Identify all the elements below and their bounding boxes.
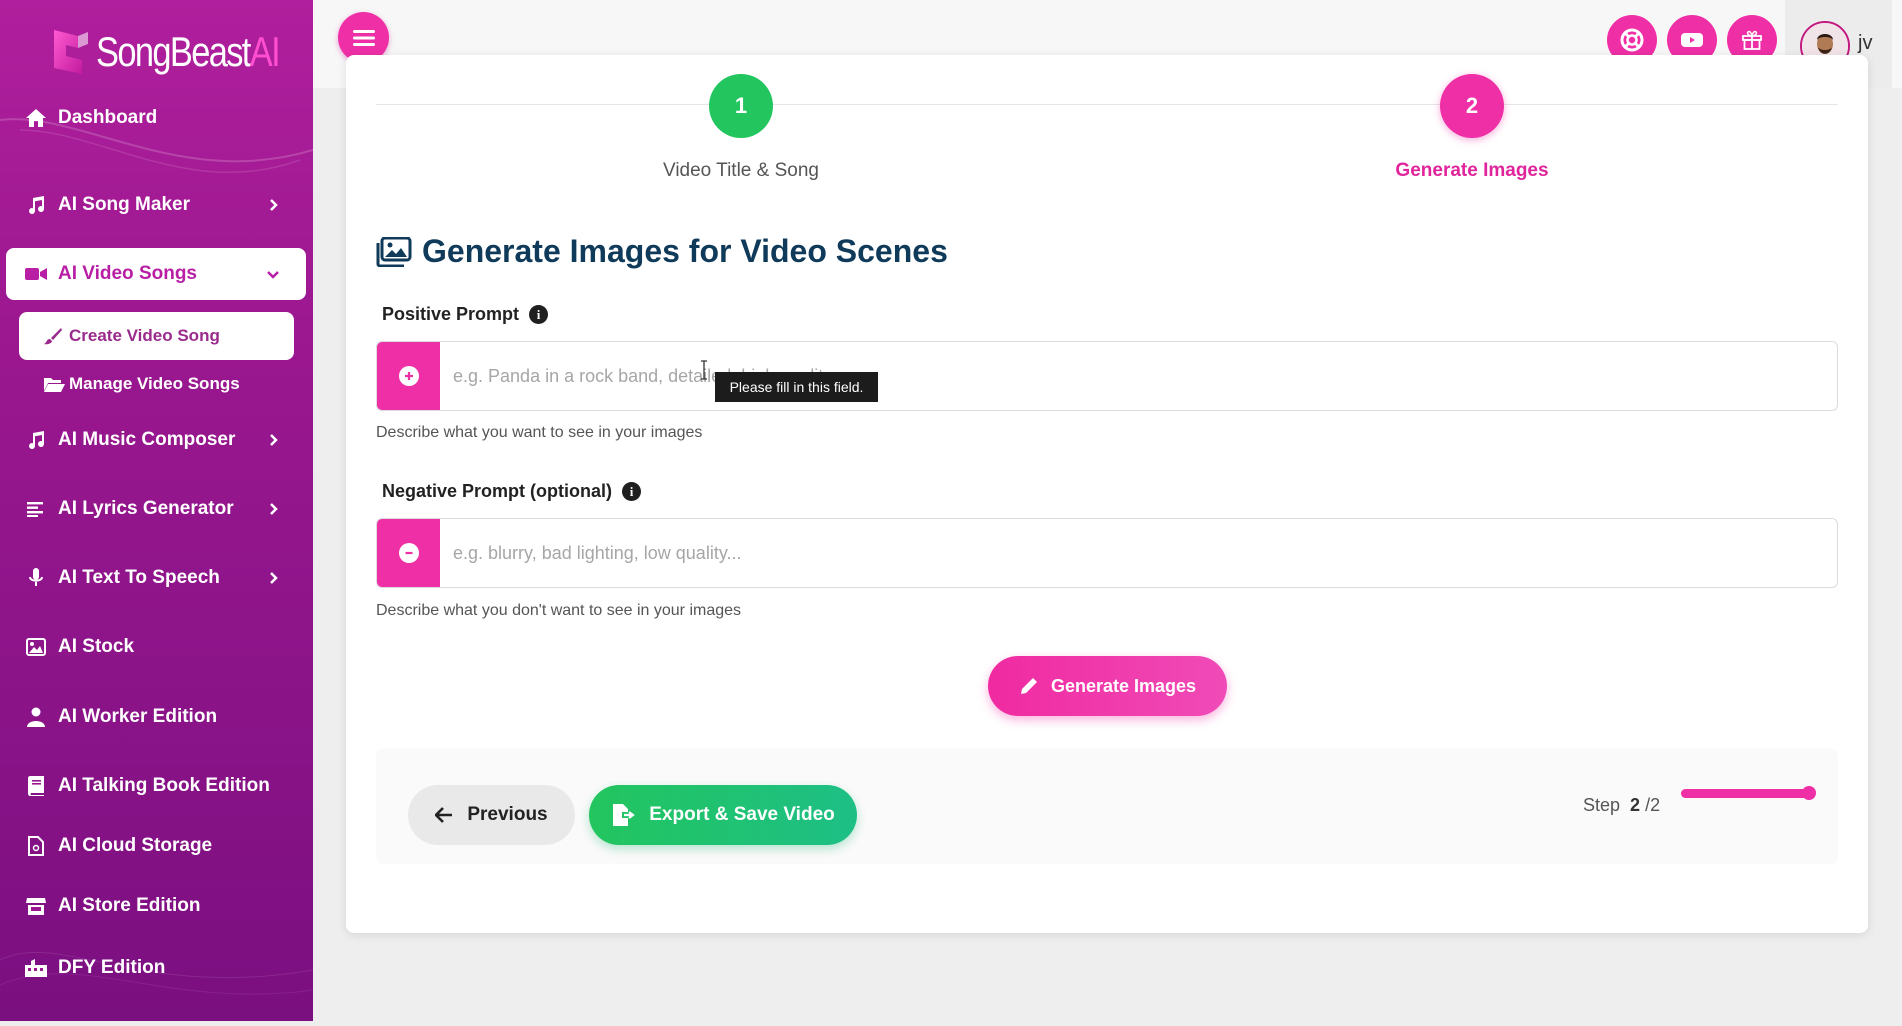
export-save-video-button[interactable]: Export & Save Video bbox=[589, 785, 857, 845]
image-icon bbox=[24, 636, 48, 658]
video-icon bbox=[1681, 33, 1703, 47]
sidebar-item-label: AI Text To Speech bbox=[58, 567, 220, 588]
negative-prompt-help: Describe what you don't want to see in y… bbox=[376, 602, 742, 619]
sidebar-item-label: AI Song Maker bbox=[58, 194, 190, 215]
wizard-step-line bbox=[376, 104, 1838, 105]
sidebar-item-ai-music-composer[interactable]: AI Music Composer bbox=[6, 414, 306, 466]
chevron-down-icon bbox=[267, 271, 279, 279]
sidebar-subitem-create-video-song[interactable]: Create Video Song bbox=[19, 312, 294, 360]
sidebar-subitem-label: Manage Video Songs bbox=[69, 374, 240, 393]
sidebar-item-label: AI Video Songs bbox=[58, 263, 198, 284]
chevron-right-icon bbox=[270, 503, 278, 515]
music-note-icon bbox=[24, 429, 48, 451]
sidebar-subitem-label: Create Video Song bbox=[69, 326, 220, 345]
wizard-progress-handle bbox=[1802, 786, 1816, 800]
sidebar-item-label: AI Cloud Storage bbox=[58, 835, 213, 856]
sidebar-item-ai-text-to-speech[interactable]: AI Text To Speech bbox=[6, 552, 306, 604]
info-icon[interactable]: i bbox=[622, 482, 642, 501]
chevron-right-icon bbox=[270, 199, 278, 211]
store-icon bbox=[24, 895, 48, 917]
sidebar-item-label: AI Store Edition bbox=[58, 895, 201, 916]
briefcase-icon bbox=[24, 957, 48, 979]
pencil-icon bbox=[1020, 678, 1037, 694]
positive-prompt-input[interactable] bbox=[453, 356, 1813, 396]
wizard-step-2-circle[interactable]: 2 bbox=[1440, 74, 1504, 138]
sidebar-item-label: DFY Edition bbox=[58, 957, 166, 978]
sidebar-item-ai-store-edition[interactable]: AI Store Edition bbox=[6, 880, 306, 932]
negative-prompt-group bbox=[376, 518, 1838, 588]
sidebar-item-ai-stock[interactable]: AI Stock bbox=[6, 621, 306, 673]
sidebar-item-ai-talking-book-edition[interactable]: AI Talking Book Edition bbox=[6, 760, 306, 812]
positive-prompt-group bbox=[376, 341, 1838, 411]
sidebar-item-label: Dashboard bbox=[58, 107, 158, 128]
info-icon[interactable]: i bbox=[529, 305, 549, 324]
positive-prompt-label: Positive Prompt i bbox=[382, 304, 549, 325]
home-icon bbox=[24, 107, 48, 129]
sidebar-item-label: AI Talking Book Edition bbox=[58, 775, 270, 796]
sidebar-item-dfy-edition[interactable]: DFY Edition bbox=[6, 942, 306, 994]
sidebar-item-label: AI Lyrics Generator bbox=[58, 498, 234, 519]
positive-prompt-help: Describe what you want to see in your im… bbox=[376, 424, 703, 441]
sidebar: SongBeastAI Dashboard AI Song Maker AI V… bbox=[0, 0, 313, 1021]
hamburger-icon bbox=[352, 29, 375, 46]
user-name[interactable]: jv bbox=[1858, 32, 1872, 55]
brand-logo[interactable]: SongBeastAI bbox=[48, 22, 313, 82]
wizard-progress-fill bbox=[1681, 789, 1809, 798]
chevron-right-icon bbox=[270, 572, 278, 584]
sidebar-subitem-manage-video-songs[interactable]: Manage Video Songs bbox=[19, 360, 294, 408]
book-icon bbox=[24, 775, 48, 797]
wizard-progress-bar bbox=[1681, 786, 1816, 800]
negative-prompt-label: Negative Prompt (optional) i bbox=[382, 481, 642, 502]
sidebar-item-ai-song-maker[interactable]: AI Song Maker bbox=[6, 179, 306, 231]
file-icon bbox=[24, 835, 48, 857]
microphone-icon bbox=[24, 567, 48, 589]
sidebar-item-dashboard[interactable]: Dashboard bbox=[6, 92, 306, 144]
arrow-left-icon bbox=[435, 807, 453, 823]
brand-name: SongBeastAI bbox=[96, 28, 281, 75]
positive-prompt-addon bbox=[377, 342, 440, 410]
previous-button[interactable]: Previous bbox=[408, 785, 575, 845]
sidebar-item-ai-cloud-storage[interactable]: AI Cloud Storage bbox=[6, 820, 306, 872]
sidebar-item-ai-lyrics-generator[interactable]: AI Lyrics Generator bbox=[6, 483, 306, 535]
folder-open-icon bbox=[43, 374, 65, 394]
sidebar-item-ai-video-songs[interactable]: AI Video Songs bbox=[6, 248, 306, 300]
page-title: Generate Images for Video Scenes bbox=[376, 233, 948, 270]
brush-icon bbox=[43, 326, 65, 346]
sidebar-item-label: AI Worker Edition bbox=[58, 706, 218, 727]
minus-circle-icon bbox=[398, 543, 419, 563]
sidebar-item-label: AI Stock bbox=[58, 636, 135, 657]
chevron-right-icon bbox=[270, 434, 278, 446]
songbeast-logo-icon bbox=[54, 30, 88, 74]
align-left-icon bbox=[24, 498, 48, 520]
generate-images-button[interactable]: Generate Images bbox=[988, 656, 1227, 716]
text-cursor-icon bbox=[701, 360, 707, 380]
sidebar-item-label: AI Music Composer bbox=[58, 429, 236, 450]
wizard-step-1-label: Video Title & Song bbox=[663, 160, 819, 181]
validation-tooltip: Please fill in this field. bbox=[715, 372, 878, 402]
user-icon bbox=[24, 706, 48, 728]
negative-prompt-input[interactable] bbox=[453, 533, 1813, 573]
video-camera-icon bbox=[24, 263, 48, 285]
wizard-step-1-circle[interactable]: 1 bbox=[709, 74, 773, 138]
negative-prompt-addon bbox=[377, 519, 440, 587]
music-note-icon bbox=[24, 194, 48, 216]
file-export-icon bbox=[613, 804, 636, 826]
gift-icon bbox=[1742, 30, 1762, 50]
sidebar-item-ai-worker-edition[interactable]: AI Worker Edition bbox=[6, 691, 306, 743]
images-icon bbox=[376, 236, 412, 267]
wizard-step-2-label: Generate Images bbox=[1395, 160, 1549, 181]
step-counter: Step 2 /2 bbox=[1583, 795, 1661, 815]
support-lifering-icon bbox=[1620, 28, 1644, 52]
plus-circle-icon bbox=[398, 366, 419, 386]
